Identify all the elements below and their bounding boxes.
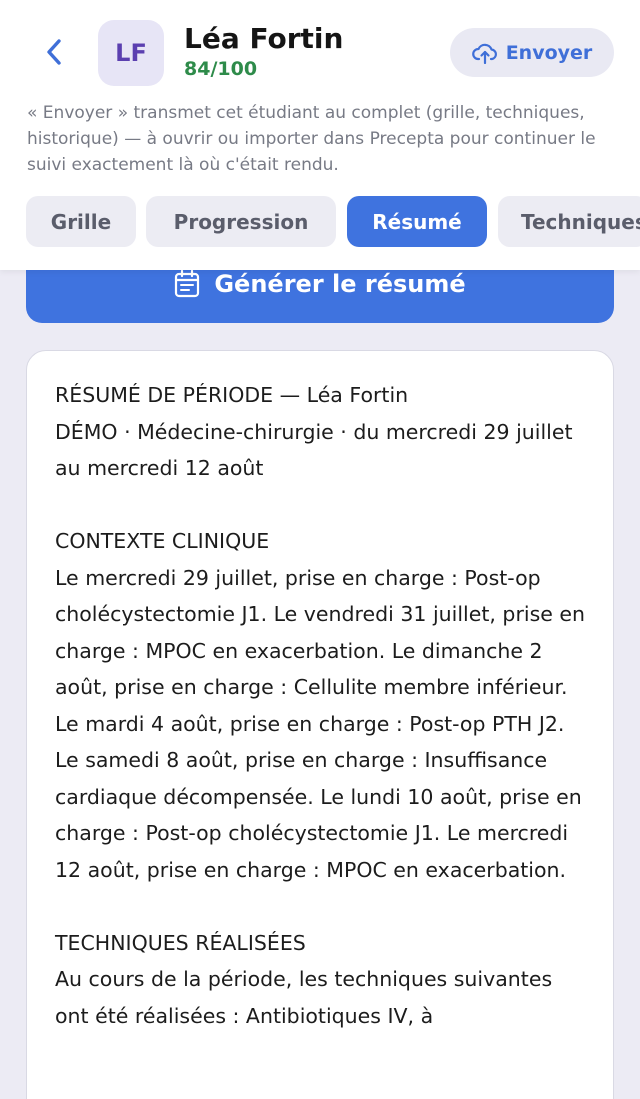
chevron-left-icon: [47, 39, 61, 65]
summary-card: RÉSUMÉ DE PÉRIODE — Léa Fortin DÉMO · Mé…: [26, 350, 614, 1099]
back-button[interactable]: [36, 34, 72, 70]
student-name: Léa Fortin: [184, 22, 344, 55]
summary-text: RÉSUMÉ DE PÉRIODE — Léa Fortin DÉMO · Mé…: [55, 383, 585, 1028]
student-header: LF Léa Fortin 84/100 Envoyer « Envoyer »…: [0, 0, 640, 270]
send-notice: « Envoyer » transmet cet étudiant au com…: [27, 103, 596, 175]
student-score: 84/100: [184, 58, 258, 80]
student-page: LF Léa Fortin 84/100 Envoyer « Envoyer »…: [0, 0, 640, 1099]
tab-bar: Grille Progression Résumé Techniques: [26, 196, 640, 248]
tab-resume[interactable]: Résumé: [347, 196, 487, 247]
cloud-upload-icon: [471, 43, 497, 64]
avatar-initials: LF: [115, 39, 147, 67]
tab-techniques[interactable]: Techniques: [498, 196, 640, 247]
send-button[interactable]: Envoyer: [450, 28, 614, 77]
tab-progression[interactable]: Progression: [146, 196, 336, 247]
avatar: LF: [98, 20, 164, 86]
tab-grille[interactable]: Grille: [26, 196, 136, 247]
generate-summary-label: Générer le résumé: [214, 270, 466, 298]
send-button-label: Envoyer: [505, 41, 593, 64]
calendar-icon: [175, 270, 200, 298]
